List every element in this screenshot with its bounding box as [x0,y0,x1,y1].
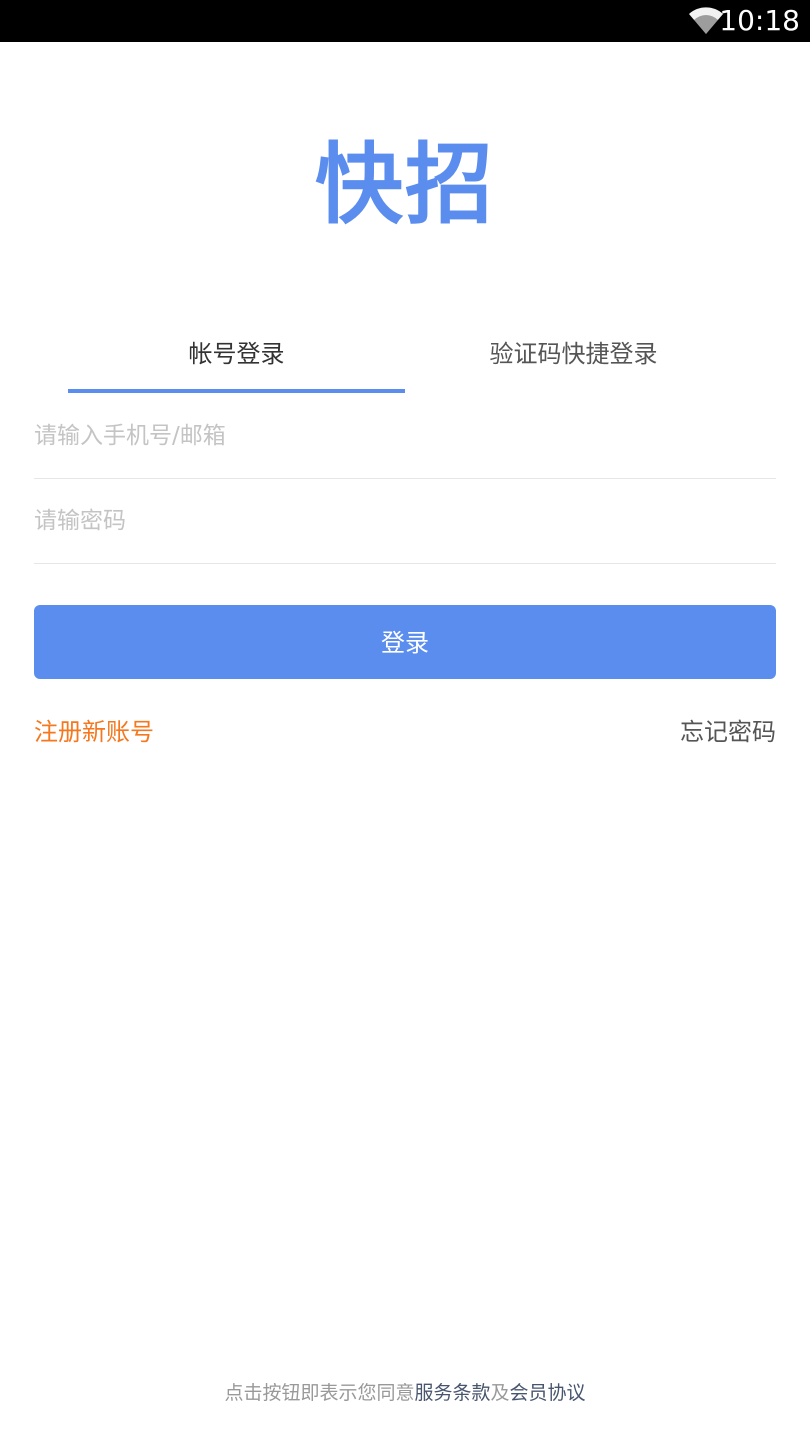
terms-of-service-link[interactable]: 服务条款 [414,1382,490,1404]
tab-account-login[interactable]: 帐号登录 [68,326,405,392]
account-field [34,394,776,479]
password-input[interactable] [34,479,776,563]
register-link[interactable]: 注册新账号 [34,712,154,747]
status-bar: 10:18 [0,0,810,42]
clock: 10:18 [719,4,800,37]
agreement-prefix: 点击按钮即表示您同意 [224,1382,415,1404]
member-agreement-link[interactable]: 会员协议 [510,1382,586,1404]
agreement-notice: 点击按钮即表示您同意服务条款及会员协议 [0,1378,810,1405]
login-tabs: 帐号登录 验证码快捷登录 [68,326,742,392]
password-field [34,479,776,564]
agreement-conjunction: 及 [490,1382,510,1404]
login-button[interactable]: 登录 [34,605,776,679]
app-logo: 快招 [314,133,495,236]
account-input[interactable] [34,394,776,478]
tab-sms-login[interactable]: 验证码快捷登录 [405,326,742,392]
active-tab-indicator [68,389,405,393]
forgot-password-link[interactable]: 忘记密码 [680,712,776,747]
